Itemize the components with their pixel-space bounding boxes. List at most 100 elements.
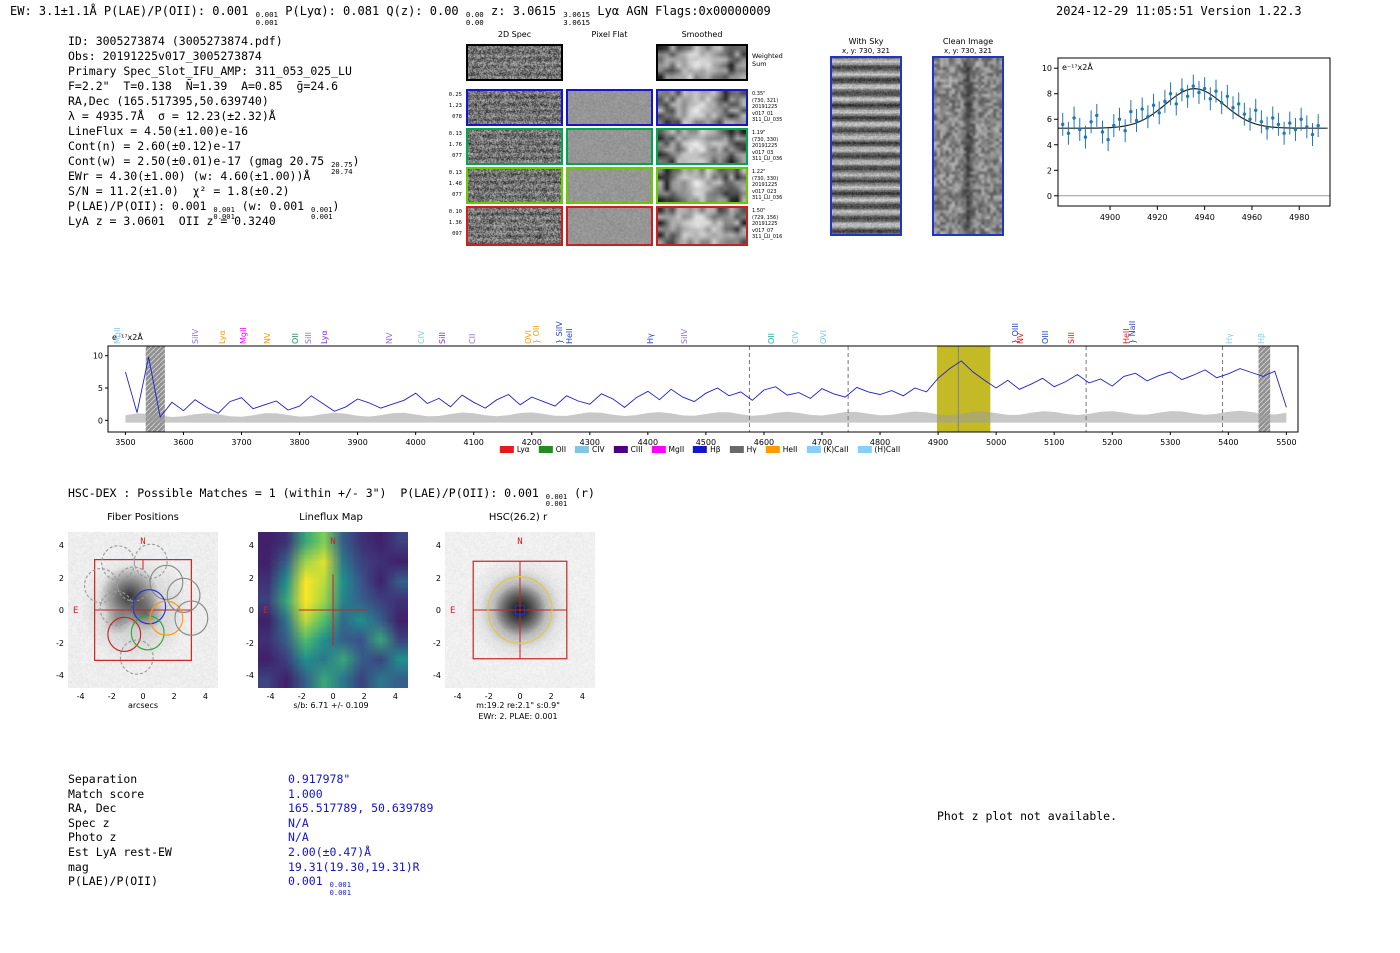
legend-item: (K)CaII — [806, 445, 848, 454]
legend-swatch — [500, 446, 514, 453]
spec2d-cell — [566, 167, 653, 204]
svg-text:4000: 4000 — [405, 438, 425, 447]
svg-text:3900: 3900 — [347, 438, 367, 447]
spec2d-row-fiber-label: 1.19" — [752, 130, 765, 137]
spec2d-cell-canvas — [658, 91, 746, 124]
cutout-xtick-label: 2 — [549, 692, 554, 701]
svg-text:4100: 4100 — [464, 438, 484, 447]
emission-line-label: MgII — [113, 327, 122, 344]
spec2d-row-fiber-label: (730, 330) — [752, 137, 778, 144]
cutout-xtick-label: -2 — [108, 692, 116, 701]
legend-item: HeII — [766, 445, 798, 454]
spec2d-cell — [466, 206, 563, 246]
clean-image-panel — [932, 56, 1004, 236]
hsc-dex-match-line: HSC-DEX : Possible Matches = 1 (within +… — [68, 486, 595, 508]
spec2d-row-fiber-label: 20191225 — [752, 221, 777, 228]
line-fit-plot: 4900 4920 4940 4960 49800246810 e⁻¹⁷x2Å — [1030, 44, 1360, 229]
legend-swatch — [575, 446, 589, 453]
spec2d-cell-canvas — [568, 91, 651, 124]
emission-line-label: SiII — [438, 332, 447, 344]
cutout-ytick-label: 0 — [46, 606, 64, 615]
svg-text:E: E — [450, 606, 455, 616]
legend-swatch — [806, 446, 820, 453]
emission-line-label: OVI — [819, 330, 828, 344]
lineflux-map-title: Lineflux Map — [299, 512, 363, 523]
spec2d-row-fiber-label: v017_023 — [752, 189, 777, 196]
spec2d-cell-canvas — [658, 130, 746, 163]
emission-line-label: NV — [263, 333, 272, 344]
legend-swatch — [614, 446, 628, 453]
legend-item: OII — [539, 445, 566, 454]
with-sky-title: With Sky — [849, 37, 884, 46]
clean-image-panel-canvas — [934, 58, 1002, 234]
cutout-ytick-label: 2 — [236, 574, 254, 583]
svg-text:4: 4 — [1047, 141, 1052, 150]
emission-line-label: NV — [1016, 333, 1025, 344]
spec2d-row-fiber-label: 311_LU_035 — [752, 117, 782, 124]
header-timestamp-version: 2024-12-29 11:05:51 Version 1.22.3 — [1056, 4, 1302, 18]
info-line: RA,Dec (165.517395,50.639740) — [68, 94, 269, 109]
spec2d-row-weight-label: 1.36 — [440, 218, 462, 229]
cutout-ytick-label: 4 — [236, 541, 254, 550]
legend-item: Hβ — [693, 445, 720, 454]
cutout-xtick-label: 0 — [517, 692, 522, 701]
spec2d-row-fiber-label: 311_LU_036 — [752, 195, 782, 202]
svg-text:5000: 5000 — [986, 438, 1006, 447]
spec2d-row-fiber-label: 311_LU_016 — [752, 234, 782, 241]
spec2d-cell-canvas — [658, 46, 746, 79]
emission-line-label: SiII — [304, 332, 313, 344]
svg-text:10: 10 — [93, 352, 103, 361]
legend-label: OII — [556, 445, 566, 454]
svg-text:E: E — [73, 606, 78, 616]
cutout-xtick-label: -2 — [298, 692, 306, 701]
legend-item: Hγ — [730, 445, 757, 454]
svg-text:5200: 5200 — [1102, 438, 1122, 447]
cutout-ytick-label: -4 — [423, 671, 441, 680]
fiber-positions-overlay: NE — [68, 532, 218, 688]
spec2d-cell-canvas — [468, 169, 561, 202]
spec2d-row-fiber-label: (730, 321) — [752, 98, 778, 105]
clean-image-xy: x, y: 730, 321 — [944, 47, 992, 55]
match-table-label: Match score — [68, 787, 144, 802]
match-table-label: Photo z — [68, 830, 116, 845]
spec2d-row-fiber-label: 311_LU_036 — [752, 156, 782, 163]
info-line: LyA z = 3.0601 OII z = 0.3240 — [68, 214, 276, 229]
cutout-ytick-label: 4 — [423, 541, 441, 550]
svg-text:3600: 3600 — [173, 438, 193, 447]
info-line: Obs: 20191225v017_3005273874 — [68, 49, 262, 64]
match-table-value: 1.000 — [288, 787, 323, 802]
spec2d-col-header: 2D Spec — [498, 30, 531, 39]
spec2d-row-weight-label: 097 — [440, 229, 462, 240]
svg-text:5300: 5300 — [1160, 438, 1180, 447]
spec2d-row-fiber-label: 20191225 — [752, 182, 777, 189]
svg-text:3500: 3500 — [115, 438, 135, 447]
emission-line-label: Hγ — [1225, 333, 1234, 344]
fiber-positions-title: Fiber Positions — [107, 512, 179, 523]
cutout-xtick-label: 2 — [172, 692, 177, 701]
info-line: LineFlux = 4.50(±1.00)e-16 — [68, 124, 248, 139]
spec2d-row-weight-label: 0.10 — [440, 207, 462, 218]
spec2d-row-weight-label: 1.23 — [440, 101, 462, 112]
cutout-ytick-label: 2 — [46, 574, 64, 583]
svg-text:4940: 4940 — [1194, 213, 1214, 222]
spec2d-cell-canvas — [468, 208, 561, 244]
legend-label: CIV — [592, 445, 605, 454]
hsc-r-title: HSC(26.2) r — [489, 512, 547, 523]
spec2d-cell — [466, 128, 563, 165]
match-table-value: 2.00(±0.47)Å — [288, 845, 371, 860]
elixer-report-page: EW: 3.1±1.1Å P(LAE)/P(OII): 0.001 0.001 0… — [0, 0, 1400, 953]
spec2d-cell — [566, 89, 653, 126]
emission-line-label: MgII — [239, 327, 248, 344]
cutout-ytick-label: -2 — [236, 639, 254, 648]
svg-text:6: 6 — [1047, 115, 1052, 124]
emission-line-label: Hγ — [646, 333, 655, 344]
legend-swatch — [693, 446, 707, 453]
clean-image-title: Clean Image — [943, 37, 993, 46]
emission-line-label: NV — [385, 333, 394, 344]
match-table-label: P(LAE)/P(OII) — [68, 874, 158, 889]
match-table-value: 0.001 0.001 0.001 — [288, 874, 351, 896]
cutout-ytick-label: -2 — [46, 639, 64, 648]
spec2d-row-fiber-label: Weighted — [752, 52, 783, 60]
svg-text:4900: 4900 — [1100, 213, 1120, 222]
spec2d-cell — [656, 89, 748, 126]
